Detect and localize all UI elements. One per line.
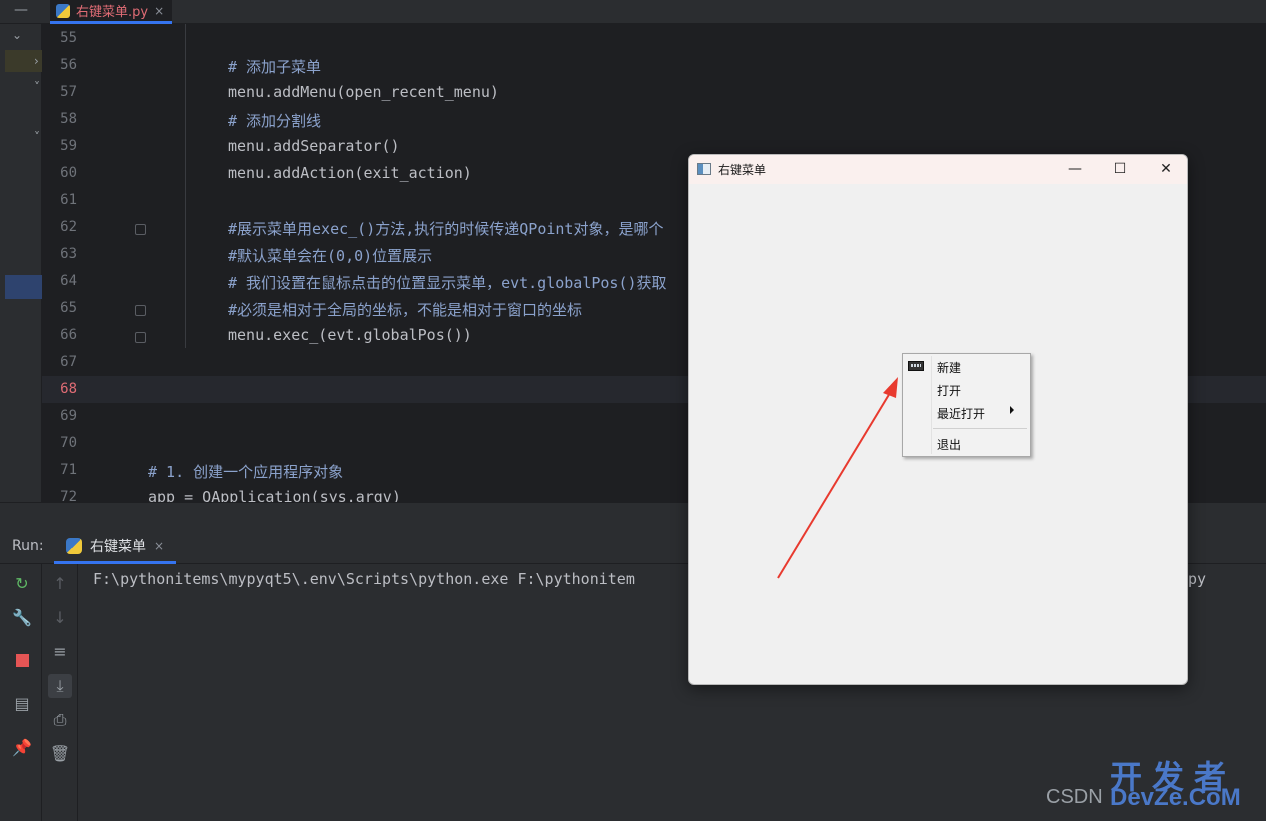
menu-separator — [933, 428, 1027, 429]
menu-item-recent[interactable]: 最近打开 — [937, 405, 985, 422]
context-menu: 新建 打开 最近打开 退出 — [902, 353, 1031, 457]
watermark-csdn: CSDN — [1046, 786, 1103, 808]
watermark: 开发者 CSDN DevZe.CoM — [1046, 750, 1262, 818]
menu-item-open[interactable]: 打开 — [937, 382, 961, 399]
submenu-arrow-icon — [1010, 406, 1014, 414]
watermark-domain: DevZe.CoM — [1110, 784, 1241, 811]
arrow-shaft — [777, 387, 894, 579]
menu-icon-gutter — [931, 356, 932, 454]
menu-item-new[interactable]: 新建 — [937, 359, 961, 376]
keyboard-icon — [908, 361, 924, 371]
arrow-head — [883, 377, 898, 398]
annotation-arrow — [777, 377, 898, 579]
menu-item-exit[interactable]: 退出 — [937, 436, 961, 453]
